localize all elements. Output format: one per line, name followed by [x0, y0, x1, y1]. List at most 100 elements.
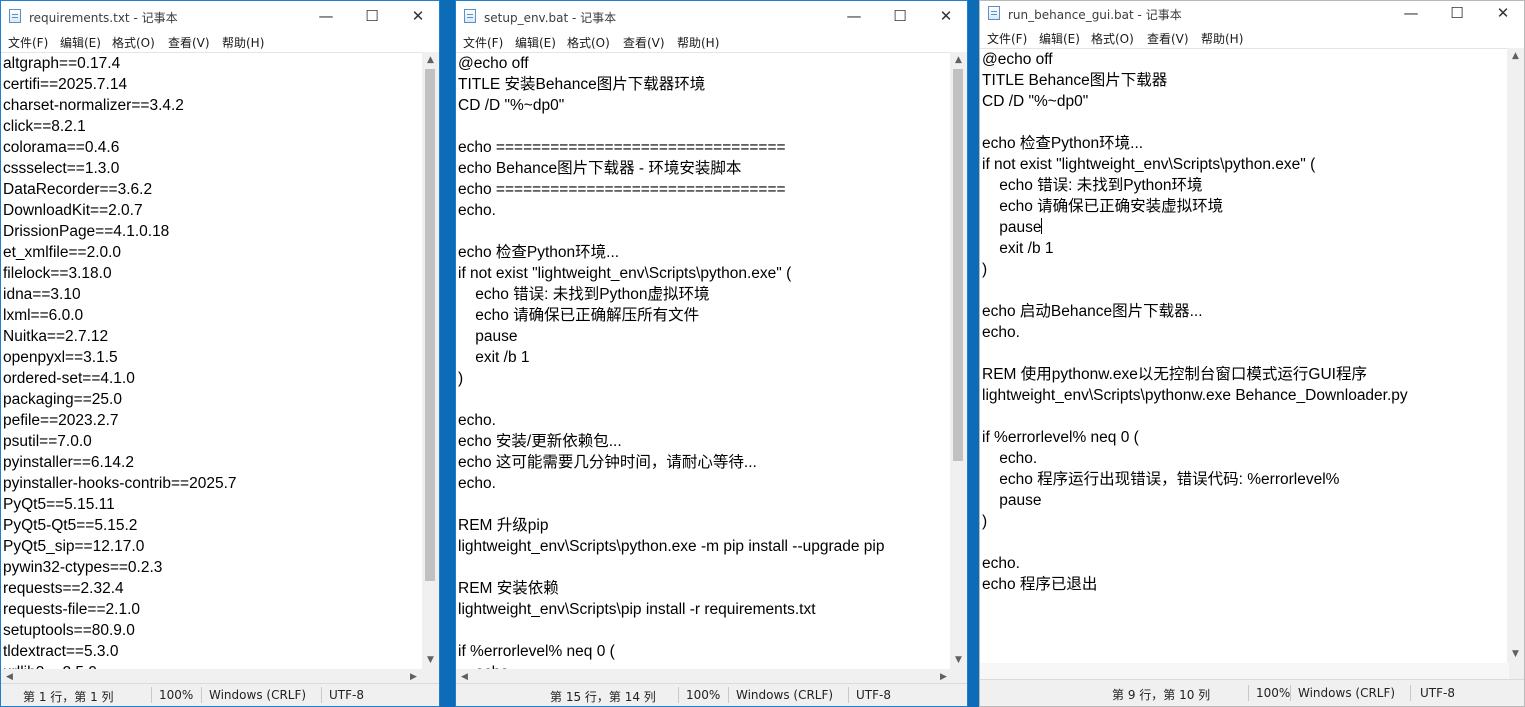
text-line: psutil==7.0.0: [3, 433, 92, 450]
menu-format[interactable]: 格式(O): [1091, 30, 1134, 47]
menu-view[interactable]: 查看(V): [1147, 30, 1189, 47]
scrollbar-corner: [1509, 663, 1524, 680]
title-bar[interactable]: setup_env.bat - 记事本 — ☐ ✕: [456, 1, 967, 31]
text-line: certifi==2025.7.14: [3, 76, 128, 93]
maximize-button[interactable]: ☐: [1434, 1, 1480, 27]
text-line: pause: [458, 328, 518, 345]
notepad-app-icon: [9, 9, 21, 23]
status-encoding: UTF-8: [329, 688, 364, 702]
text-line: lightweight_env\Scripts\pip install -r r…: [458, 601, 816, 618]
scrollbar-thumb[interactable]: [953, 69, 963, 461]
text-line: echo 这可能需要几分钟时间，请耐心等待...: [458, 454, 757, 471]
text-line: @echo off: [458, 55, 529, 72]
notepad-window-requirements[interactable]: requirements.txt - 记事本 — ☐ ✕ 文件(F) 编辑(E)…: [0, 0, 440, 707]
status-bar: 第 1 行，第 1 列 100% Windows (CRLF) UTF-8: [1, 683, 439, 706]
text-line: REM 安装依赖: [458, 580, 559, 597]
notepad-window-run-behance-gui[interactable]: run_behance_gui.bat - 记事本 — ☐ ✕ 文件(F) 编辑…: [979, 0, 1525, 707]
menu-view[interactable]: 查看(V): [168, 34, 210, 51]
scroll-up-arrow-icon[interactable]: ▲: [422, 52, 439, 69]
menu-file[interactable]: 文件(F): [987, 30, 1027, 47]
text-line: [980, 343, 1507, 364]
text-line: pefile==2023.2.7: [3, 412, 119, 429]
notepad-app-icon: [988, 6, 1000, 20]
text-line: [456, 557, 950, 578]
text-line: echo.: [982, 450, 1038, 467]
horizontal-scrollbar[interactable]: [980, 663, 1509, 680]
menu-bar: 文件(F) 编辑(E) 格式(O) 查看(V) 帮助(H): [980, 27, 1524, 48]
status-bar: 第 9 行，第 10 列 100% Windows (CRLF) UTF-8: [980, 679, 1524, 706]
text-line: requests-file==2.1.0: [3, 601, 141, 618]
close-button[interactable]: ✕: [1480, 1, 1524, 27]
maximize-button[interactable]: ☐: [877, 1, 923, 31]
text-line: if not exist "lightweight_env\Scripts\py…: [982, 156, 1316, 173]
title-bar[interactable]: run_behance_gui.bat - 记事本 — ☐ ✕: [980, 1, 1524, 27]
vertical-scrollbar[interactable]: ▲ ▼: [950, 52, 967, 669]
vertical-scrollbar[interactable]: ▲ ▼: [1507, 48, 1524, 663]
text-line: lightweight_env\Scripts\pythonw.exe Beha…: [982, 387, 1408, 404]
status-encoding: UTF-8: [1420, 686, 1455, 700]
menu-help[interactable]: 帮助(H): [677, 34, 719, 51]
status-divider: [321, 687, 322, 703]
text-editor[interactable]: @echo off TITLE Behance图片下载器 CD /D "%~dp0"…: [980, 48, 1507, 664]
scroll-up-arrow-icon[interactable]: ▲: [950, 52, 967, 69]
text-line: [456, 494, 950, 515]
text-editor[interactable]: altgraph==0.17.4 certifi==2025.7.14 charse…: [1, 52, 422, 670]
close-button[interactable]: ✕: [395, 1, 439, 31]
scrollbar-thumb[interactable]: [425, 69, 435, 581]
text-line: colorama==0.4.6: [3, 139, 120, 156]
text-line: REM 升级pip: [458, 517, 549, 534]
menu-format[interactable]: 格式(O): [112, 34, 155, 51]
menu-edit[interactable]: 编辑(E): [1039, 30, 1080, 47]
status-cursor-position: 第 15 行，第 14 列: [550, 690, 656, 704]
scroll-down-arrow-icon[interactable]: ▼: [1507, 646, 1524, 663]
text-line: lxml==6.0.0: [3, 307, 84, 324]
text-line: [456, 389, 950, 410]
text-line: [456, 620, 950, 641]
text-line: echo 错误: 未找到Python环境: [982, 177, 1203, 194]
minimize-button[interactable]: —: [831, 1, 877, 31]
text-editor[interactable]: @echo off TITLE 安装Behance图片下载器环境 CD /D "%~…: [456, 52, 950, 670]
status-divider: [678, 687, 679, 703]
vertical-scrollbar[interactable]: ▲ ▼: [422, 52, 439, 669]
close-button[interactable]: ✕: [923, 1, 967, 31]
text-line: pywin32-ctypes==0.2.3: [3, 559, 163, 576]
minimize-button[interactable]: —: [303, 1, 349, 31]
window-title: run_behance_gui.bat - 记事本: [1008, 8, 1182, 22]
text-line: et_xmlfile==2.0.0: [3, 244, 122, 261]
menu-file[interactable]: 文件(F): [463, 34, 503, 51]
status-divider: [151, 687, 152, 703]
text-line: altgraph==0.17.4: [3, 55, 121, 72]
menu-edit[interactable]: 编辑(E): [60, 34, 101, 51]
text-line: tldextract==5.3.0: [3, 643, 119, 660]
status-divider: [1290, 685, 1291, 701]
minimize-button[interactable]: —: [1388, 1, 1434, 27]
menu-edit[interactable]: 编辑(E): [515, 34, 556, 51]
menu-file[interactable]: 文件(F): [8, 34, 48, 51]
scroll-up-arrow-icon[interactable]: ▲: [1507, 48, 1524, 65]
text-line: CD /D "%~dp0": [458, 97, 565, 114]
scroll-down-arrow-icon[interactable]: ▼: [950, 652, 967, 669]
text-line: [980, 406, 1507, 427]
maximize-button[interactable]: ☐: [349, 1, 395, 31]
title-bar[interactable]: requirements.txt - 记事本 — ☐ ✕: [1, 1, 439, 31]
window-title: requirements.txt - 记事本: [29, 11, 178, 25]
text-line: echo.: [458, 412, 496, 429]
text-line: lightweight_env\Scripts\python.exe -m pi…: [458, 538, 885, 555]
text-line: [980, 532, 1507, 553]
text-line: pyinstaller-hooks-contrib==2025.7: [3, 475, 237, 492]
status-zoom: 100%: [686, 688, 721, 702]
menu-help[interactable]: 帮助(H): [1201, 30, 1243, 47]
text-line: if not exist "lightweight_env\Scripts\py…: [458, 265, 792, 282]
menu-help[interactable]: 帮助(H): [222, 34, 264, 51]
text-line: echo.: [458, 475, 496, 492]
scroll-down-arrow-icon[interactable]: ▼: [422, 652, 439, 669]
notepad-window-setup-env[interactable]: setup_env.bat - 记事本 — ☐ ✕ 文件(F) 编辑(E) 格式…: [455, 0, 968, 707]
text-line: [456, 116, 950, 137]
text-line: requests==2.32.4: [3, 580, 124, 597]
text-line: PyQt5_sip==12.17.0: [3, 538, 145, 555]
menu-format[interactable]: 格式(O): [567, 34, 610, 51]
menu-view[interactable]: 查看(V): [623, 34, 665, 51]
text-line: idna==3.10: [3, 286, 81, 303]
text-line: if %errorlevel% neq 0 (: [458, 643, 615, 660]
text-line: @echo off: [982, 51, 1053, 68]
